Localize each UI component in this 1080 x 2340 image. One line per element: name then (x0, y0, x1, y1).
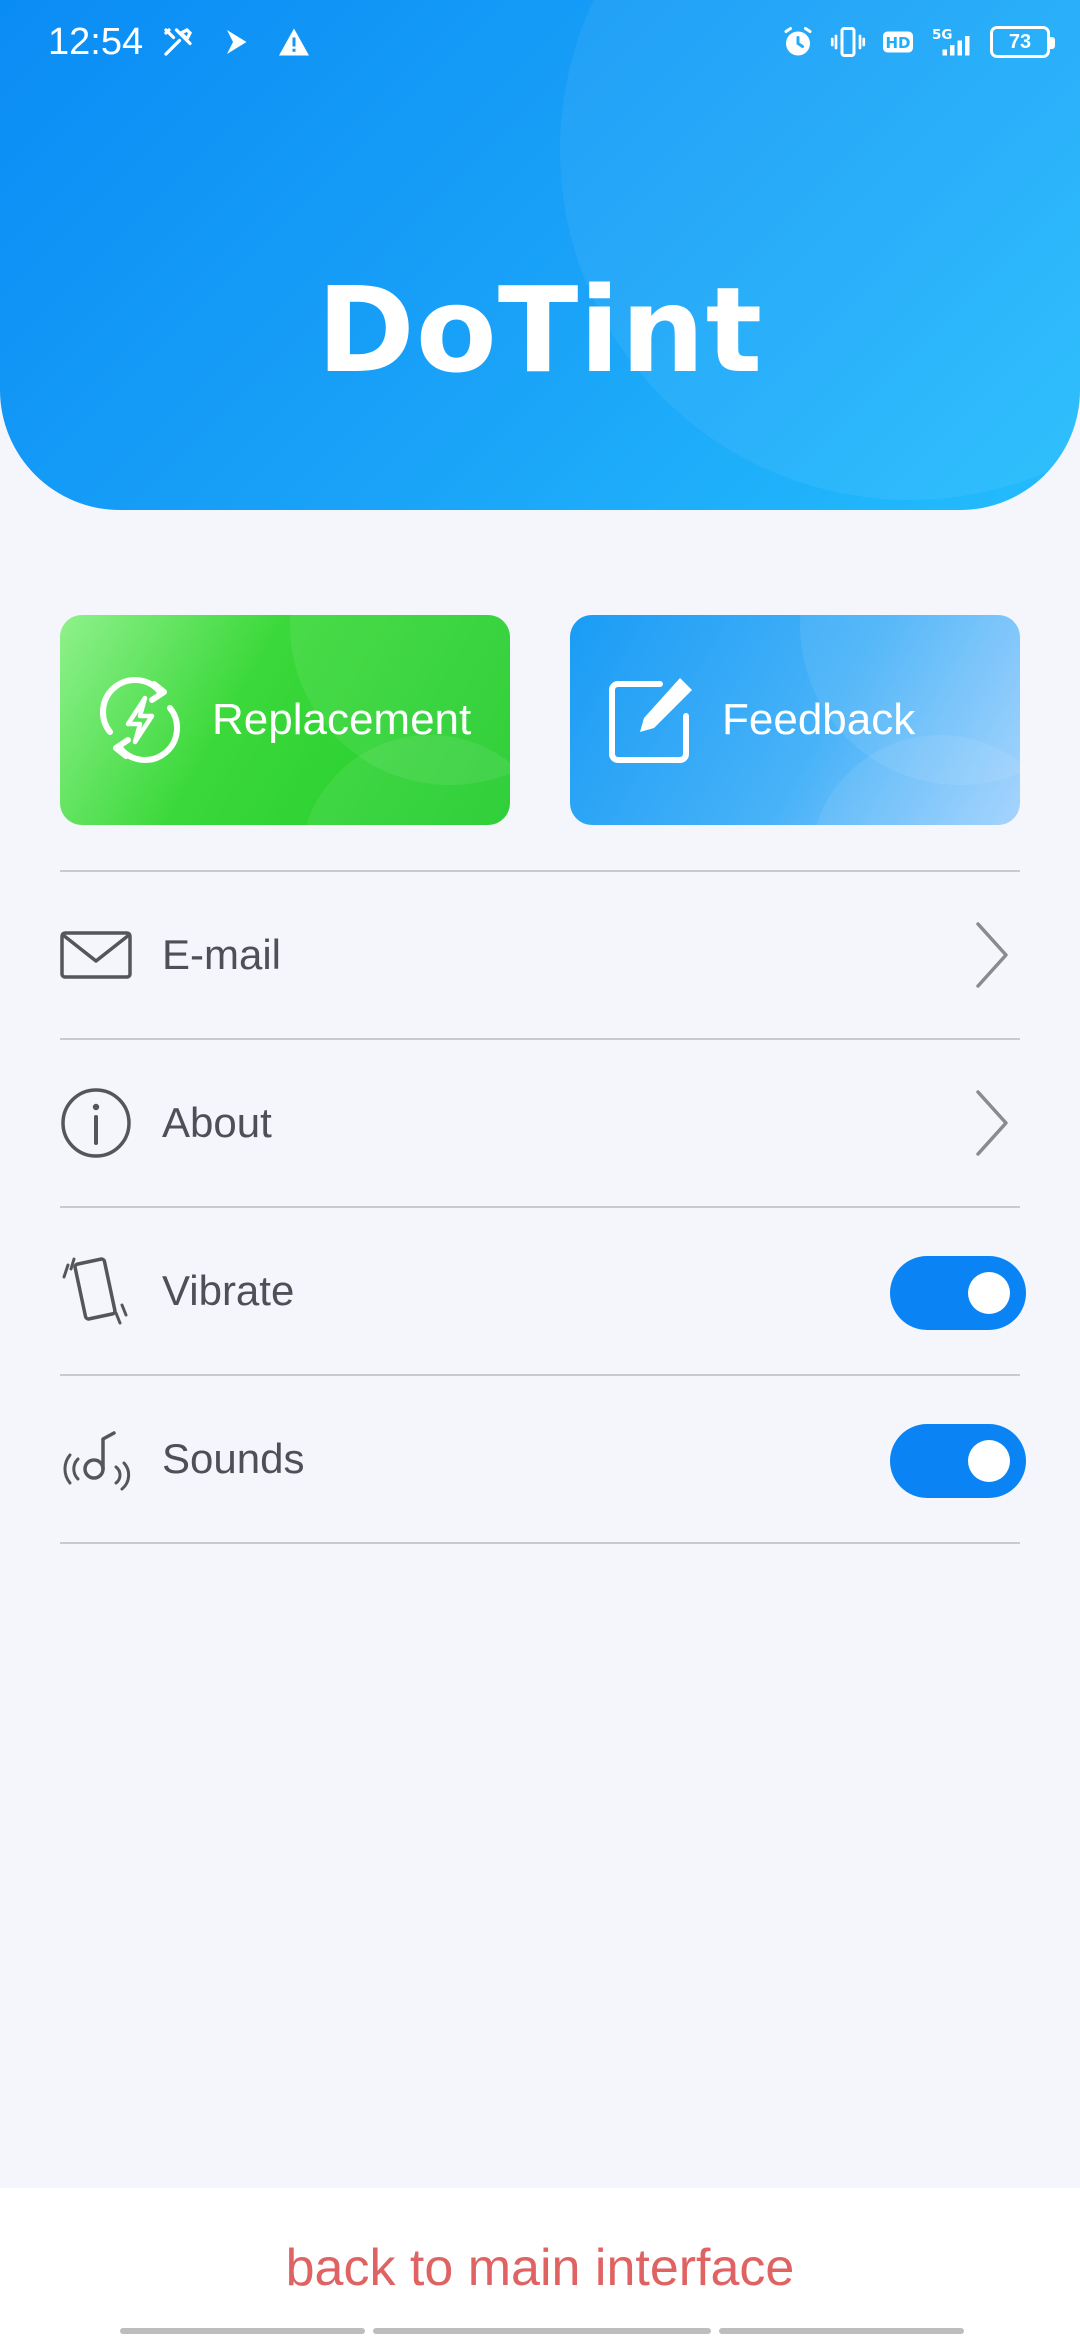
info-circle-icon (61, 1088, 131, 1158)
sounds-label: Sounds (162, 1435, 305, 1482)
settings-row-email[interactable]: E-mail (60, 872, 1020, 1038)
about-label: About (162, 1099, 272, 1146)
status-left-icons (160, 24, 312, 60)
tools-icon (164, 27, 193, 56)
feedback-button[interactable]: Feedback (570, 615, 1020, 825)
vibrate-label: Vibrate (162, 1267, 295, 1314)
network-label: 5G (932, 27, 952, 43)
app-title: DoTint (316, 261, 764, 399)
vibrate-mode-icon (830, 27, 866, 57)
chevron-right-icon (976, 1090, 1008, 1156)
location-arrow-icon (227, 30, 247, 54)
refresh-bolt-icon (100, 677, 180, 763)
edit-note-icon (609, 678, 692, 763)
settings-list: E-mail About Vibrate Sounds (60, 870, 1026, 1544)
vibrate-phone-icon (62, 1257, 128, 1325)
header-banner: 12:54 HD 5G 73 DoTint (0, 0, 1080, 510)
sound-note-icon (63, 1431, 131, 1491)
status-bar: 12:54 HD 5G 73 (0, 0, 1080, 84)
back-to-main-button[interactable]: back to main interface (0, 2238, 1080, 2298)
status-right-icons: HD 5G 73 (780, 24, 1055, 60)
navigation-gesture-bar (120, 2328, 964, 2334)
vibrate-toggle[interactable] (890, 1256, 1026, 1330)
hd-label: HD (885, 34, 910, 52)
settings-row-about[interactable]: About (60, 1040, 1020, 1206)
5g-signal-icon: 5G (932, 27, 970, 56)
nav-segment (719, 2328, 964, 2334)
feedback-label: Feedback (722, 695, 916, 744)
settings-row-vibrate: Vibrate (60, 1208, 1026, 1374)
hd-icon: HD (883, 31, 913, 53)
nav-segment (373, 2328, 711, 2334)
bottom-bar: back to main interface (0, 2188, 1080, 2340)
replacement-button[interactable]: Replacement (60, 615, 510, 825)
envelope-icon (60, 931, 132, 979)
toggle-knob (968, 1440, 1010, 1482)
nav-segment (120, 2328, 365, 2334)
battery-level: 73 (1008, 31, 1032, 53)
status-time: 12:54 (48, 21, 144, 63)
battery-indicator: 73 (990, 26, 1055, 58)
email-label: E-mail (162, 931, 282, 978)
replacement-label: Replacement (212, 695, 472, 744)
toggle-knob (968, 1272, 1010, 1314)
settings-row-sounds: Sounds (60, 1376, 1026, 1542)
divider (60, 1542, 1020, 1544)
warning-icon (279, 28, 309, 56)
settings-screen: 12:54 HD 5G 73 DoTint Replacement Feedba… (0, 0, 1080, 2340)
alarm-icon (784, 27, 812, 56)
sounds-toggle[interactable] (890, 1424, 1026, 1498)
chevron-right-icon (976, 922, 1008, 988)
